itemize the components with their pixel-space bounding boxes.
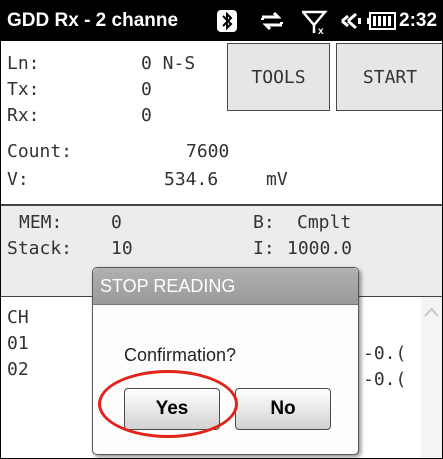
dialog-message: Confirmation?: [124, 345, 237, 365]
channel-01-value: -0.(: [363, 343, 407, 364]
svg-text:x: x: [318, 26, 324, 35]
dialog-title: STOP READING: [100, 276, 236, 296]
rx-value: 0: [141, 105, 152, 126]
voltage-label: V:: [7, 169, 29, 190]
voltage-unit: mV: [266, 169, 288, 190]
count-value: 7600: [186, 141, 230, 162]
tools-button[interactable]: TOOLS: [227, 43, 330, 111]
dialog-title-bar: STOP READING: [93, 268, 358, 305]
tx-label: Tx:: [7, 79, 40, 100]
mem-label: MEM:: [19, 212, 63, 233]
bluetooth-icon[interactable]: [216, 9, 238, 37]
start-button[interactable]: START: [336, 43, 442, 111]
voltage-value: 534.6: [164, 169, 219, 190]
list-scrollbar[interactable]: [421, 297, 442, 458]
tx-value: 0: [141, 79, 152, 100]
clock-time: 2:32: [399, 10, 438, 31]
channel-column-header: CH: [7, 307, 29, 328]
data-transfer-icon[interactable]: [259, 9, 285, 37]
stack-value: 10: [111, 238, 133, 259]
no-button[interactable]: No: [235, 388, 331, 430]
signal-no-data-icon[interactable]: x: [300, 9, 328, 39]
ln-value: 0 N-S: [141, 53, 196, 74]
channel-02-label: 02: [7, 359, 29, 380]
channel-02-value: -0.(: [363, 369, 407, 390]
volume-icon[interactable]: [336, 9, 364, 37]
stack-label: Stack:: [7, 238, 73, 259]
app-window: GDD Rx - 2 channe x 2:32 Ln: 0 N-S Tx: 0…: [0, 0, 443, 459]
ln-label: Ln:: [7, 53, 40, 74]
count-label: Count:: [7, 141, 73, 162]
reading-info-panel: Ln: 0 N-S Tx: 0 Rx: 0 Count: 7600 V: 534…: [1, 43, 442, 203]
scroll-up-icon[interactable]: [421, 297, 442, 327]
title-bar: GDD Rx - 2 channe x 2:32: [1, 1, 442, 41]
app-title: GDD Rx - 2 channe: [7, 10, 179, 31]
i-value: 1000.0: [287, 238, 353, 259]
rx-label: Rx:: [7, 105, 40, 126]
mem-value: 0: [111, 212, 122, 233]
i-label: I:: [253, 238, 275, 259]
yes-highlight-ring: [98, 370, 238, 438]
battery-icon[interactable]: [367, 11, 397, 35]
b-value: Cmplt: [297, 212, 352, 233]
b-label: B:: [253, 212, 275, 233]
channel-01-label: 01: [7, 333, 29, 354]
